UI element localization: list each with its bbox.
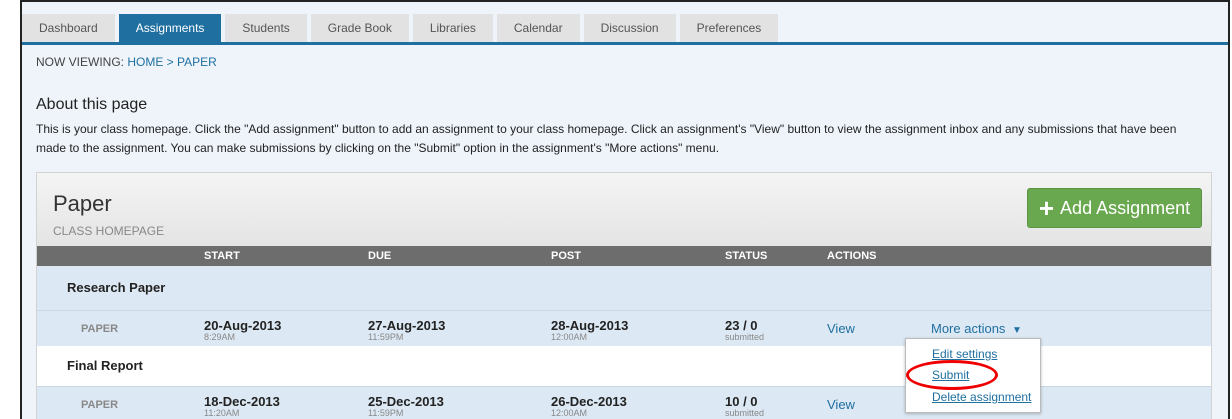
status-cell: 23 / 0 submitted	[725, 318, 764, 342]
menu-item-edit-settings[interactable]: Edit settings	[932, 347, 997, 361]
start-date: 18-Dec-2013	[204, 394, 280, 409]
post-cell: 26-Dec-2013 12:00AM	[551, 394, 627, 418]
start-date: 20-Aug-2013	[204, 318, 282, 333]
tab-grade-book[interactable]: Grade Book	[310, 14, 409, 42]
about-title: About this page	[36, 96, 148, 113]
due-time: 11:59PM	[368, 332, 404, 342]
due-cell: 25-Dec-2013 11:59PM	[368, 394, 444, 418]
col-start: START	[204, 250, 240, 262]
assignment-type: PAPER	[81, 323, 119, 335]
caret-down-icon: ▼	[1012, 325, 1022, 336]
col-post: POST	[551, 250, 581, 262]
post-date: 26-Dec-2013	[551, 394, 627, 409]
panel-subtitle: CLASS HOMEPAGE	[53, 224, 165, 238]
breadcrumb: NOW VIEWING: HOME > PAPER	[36, 55, 217, 69]
due-date: 25-Dec-2013	[368, 394, 444, 409]
post-cell: 28-Aug-2013 12:00AM	[551, 318, 628, 342]
breadcrumb-current[interactable]: PAPER	[177, 55, 217, 69]
tab-dashboard[interactable]: Dashboard	[22, 14, 115, 42]
more-actions-button[interactable]: More actions ▼	[931, 321, 1022, 336]
view-link[interactable]: View	[827, 397, 855, 412]
tab-preferences[interactable]: Preferences	[679, 14, 779, 42]
breadcrumb-home[interactable]: HOME	[127, 55, 163, 69]
col-due: DUE	[368, 250, 392, 262]
post-time: 12:00AM	[551, 408, 588, 418]
start-cell: 20-Aug-2013 8:29AM	[204, 318, 281, 342]
tab-assignments[interactable]: Assignments	[118, 14, 222, 42]
add-assignment-button[interactable]: + Add Assignment	[1027, 188, 1202, 228]
start-time: 11:20AM	[204, 408, 240, 418]
status-cell: 10 / 0 submitted	[725, 394, 764, 418]
breadcrumb-separator: >	[163, 55, 178, 69]
status-count: 23 / 0	[725, 318, 758, 333]
status-label: submitted	[725, 408, 765, 418]
column-headers: START DUE POST STATUS ACTIONS	[37, 246, 1211, 266]
breadcrumb-prefix: NOW VIEWING:	[36, 55, 128, 69]
app-frame: Dashboard Assignments Students Grade Boo…	[20, 0, 1230, 419]
about-text: This is your class homepage. Click the "…	[36, 122, 1177, 155]
panel-header: Paper CLASS HOMEPAGE + Add Assignment	[37, 173, 1211, 246]
more-actions-label: More actions	[931, 321, 1006, 336]
start-cell: 18-Dec-2013 11:20AM	[204, 394, 280, 418]
assignment-name: Final Report	[67, 358, 143, 373]
tab-calendar[interactable]: Calendar	[496, 14, 580, 42]
tab-discussion[interactable]: Discussion	[583, 14, 676, 42]
tab-underline	[22, 42, 1228, 45]
assignment-type: PAPER	[81, 399, 119, 411]
assignment-name: Research Paper	[67, 280, 166, 295]
status-label: submitted	[725, 332, 765, 342]
post-time: 12:00AM	[551, 332, 588, 342]
status-count: 10 / 0	[725, 394, 758, 409]
post-date: 28-Aug-2013	[551, 318, 629, 333]
add-assignment-label: Add Assignment	[1060, 197, 1191, 218]
panel-title: Paper	[53, 191, 112, 216]
start-time: 8:29AM	[204, 332, 236, 342]
tab-libraries[interactable]: Libraries	[412, 14, 493, 42]
view-link[interactable]: View	[827, 321, 855, 336]
col-actions: ACTIONS	[827, 250, 877, 262]
plus-icon: +	[1038, 193, 1055, 223]
highlight-circle	[906, 360, 998, 390]
tab-students[interactable]: Students	[225, 14, 307, 42]
assignment-group-header: Research Paper	[37, 266, 1211, 310]
col-status: STATUS	[725, 250, 768, 262]
due-date: 27-Aug-2013	[368, 318, 446, 333]
due-time: 11:59PM	[368, 408, 404, 418]
nav-tabs: Dashboard Assignments Students Grade Boo…	[22, 14, 782, 42]
menu-item-delete-assignment[interactable]: Delete assignment	[932, 390, 1031, 404]
due-cell: 27-Aug-2013 11:59PM	[368, 318, 445, 342]
